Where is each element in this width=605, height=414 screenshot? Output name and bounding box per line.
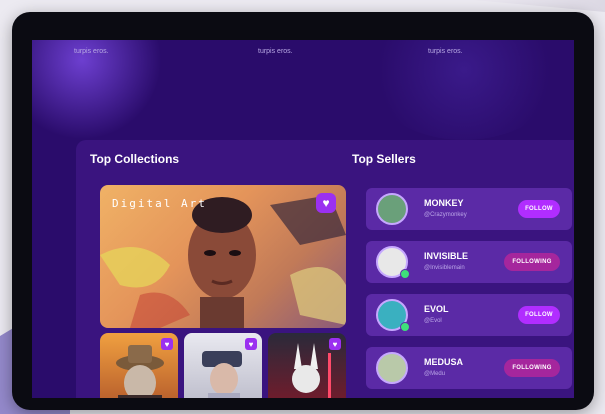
top-sellers-title: Top Sellers (352, 152, 416, 166)
avatar (376, 193, 408, 225)
top-collections-title: Top Collections (90, 152, 180, 166)
collection-thumbnail[interactable]: ♥ (184, 333, 262, 398)
online-indicator (400, 322, 410, 332)
seller-name: MEDUSA (424, 357, 464, 367)
seller-card[interactable]: MEDUSA @Medu FOLLOWING (366, 347, 572, 389)
previous-section-texts: turpis eros. turpis eros. turpis eros. (32, 48, 574, 60)
seller-handle: @Crazymonkey (424, 212, 467, 218)
seller-card[interactable]: INVISIBLE @Invisiblemain FOLLOWING (366, 241, 572, 283)
heart-icon[interactable]: ♥ (329, 338, 341, 350)
following-button[interactable]: FOLLOWING (504, 253, 560, 271)
collection-thumbnail[interactable]: ♥ (100, 333, 178, 398)
online-indicator (400, 269, 410, 279)
seller-card[interactable]: MONKEY @Crazymonkey FOLLOW (366, 188, 572, 230)
follow-button[interactable]: FOLLOW (518, 200, 560, 218)
category-label: Digital Art (112, 197, 207, 210)
app-screen: turpis eros. turpis eros. turpis eros. T… (32, 40, 574, 398)
seller-name: MONKEY (424, 198, 464, 208)
collection-thumbnail[interactable]: ♥ (268, 333, 346, 398)
heart-icon[interactable]: ♥ (161, 338, 173, 350)
seller-handle: @Medu (424, 371, 446, 377)
seller-name: EVOL (424, 304, 449, 314)
heart-icon[interactable]: ♥ (245, 338, 257, 350)
card-text: turpis eros. (74, 48, 109, 55)
seller-card[interactable]: EVOL @Evol FOLLOW (366, 294, 572, 336)
heart-icon[interactable]: ♥ (316, 193, 336, 213)
collections-sellers-panel: Top Collections Top Sellers Digital Art (76, 140, 574, 398)
seller-handle: @Invisiblemain (424, 265, 465, 271)
card-text: turpis eros. (258, 48, 293, 55)
featured-collection-card[interactable]: Digital Art ♥ (100, 185, 346, 328)
seller-name: INVISIBLE (424, 251, 469, 261)
follow-button[interactable]: FOLLOW (518, 306, 560, 324)
laptop-frame: turpis eros. turpis eros. turpis eros. T… (12, 12, 594, 410)
avatar (376, 352, 408, 384)
seller-handle: @Evol (424, 318, 442, 324)
card-text: turpis eros. (428, 48, 463, 55)
following-button[interactable]: FOLLOWING (504, 359, 560, 377)
